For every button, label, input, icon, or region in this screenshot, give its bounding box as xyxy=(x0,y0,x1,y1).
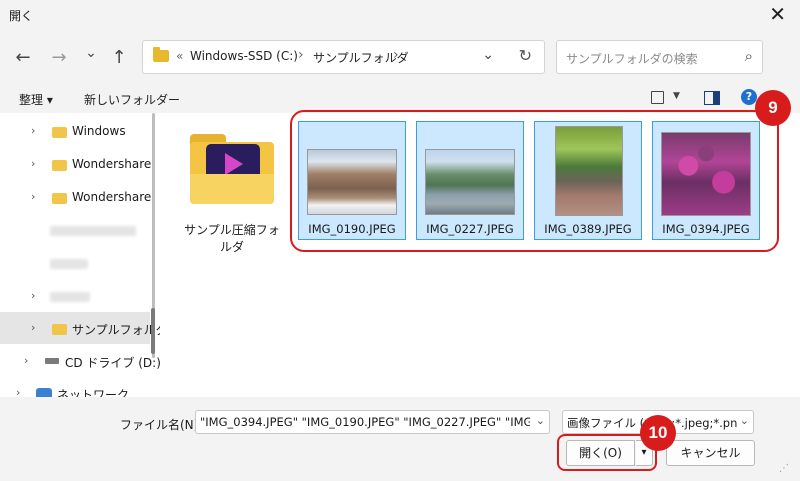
window-title: 開く xyxy=(9,9,34,23)
cancel-button[interactable]: キャンセル xyxy=(666,440,755,466)
navigation-bar: ← → ⌄ ↑ « Windows-SSD (C:) › サンプルフォルダ › … xyxy=(0,30,800,85)
view-dropdown-icon[interactable]: ▼ xyxy=(673,91,680,101)
search-placeholder: サンプルフォルダの検索 xyxy=(566,52,698,66)
sidebar-item-label: Wondershare xyxy=(72,157,152,171)
chevron-right-icon[interactable]: › xyxy=(31,157,35,170)
network-icon xyxy=(36,388,52,397)
folder-icon xyxy=(52,127,67,138)
command-bar: 整理 ▾ 新しいフォルダー ▼ ? xyxy=(0,85,800,113)
chevron-right-icon[interactable]: › xyxy=(31,289,35,302)
selection-highlight-frame xyxy=(290,110,779,252)
redacted-label xyxy=(50,226,136,236)
forward-arrow-icon[interactable]: → xyxy=(46,44,72,70)
sidebar-item-redacted-1[interactable] xyxy=(0,214,150,246)
sidebar-item-redacted-2[interactable] xyxy=(0,247,150,279)
chevron-right-icon[interactable]: › xyxy=(31,124,35,137)
step-marker-10: 10 xyxy=(640,415,676,451)
filename-label: ファイル名(N): xyxy=(120,418,203,432)
sidebar-item-wondershare[interactable]: › Wondershare xyxy=(0,148,152,180)
breadcrumb-chevron-icon[interactable]: › xyxy=(393,47,399,63)
sidebar-item-wondershare-2[interactable]: › Wondershare xyxy=(0,181,152,213)
sidebar-scrollbar-thumb[interactable] xyxy=(151,308,155,354)
chevron-right-icon[interactable]: › xyxy=(24,354,28,367)
breadcrumb-chevron-icon[interactable]: › xyxy=(298,47,304,63)
folder-icon xyxy=(52,160,67,171)
navigation-pane: › Windows › Wondershare › Wondershare › … xyxy=(0,113,160,397)
sidebar-item-network[interactable]: › ネットワーク xyxy=(0,377,150,397)
compressed-folder-icon[interactable] xyxy=(188,134,276,206)
folder-name-label[interactable]: サンプル圧縮フォルダ xyxy=(182,222,282,256)
sidebar-item-cd-drive[interactable]: › CD ドライブ (D:) xyxy=(0,345,160,377)
sidebar-item-sample-folder[interactable]: › サンプルフォルダ xyxy=(0,312,160,344)
folder-icon xyxy=(153,47,169,62)
sidebar-item-label: Wondershare xyxy=(72,190,152,204)
sidebar-item-windows[interactable]: › Windows xyxy=(0,115,150,147)
search-box[interactable]: サンプルフォルダの検索 ⌕ xyxy=(556,40,763,74)
play-icon xyxy=(225,153,243,175)
sidebar-item-label: サンプルフォルダ xyxy=(72,323,160,337)
recent-locations-chevron-icon[interactable]: ⌄ xyxy=(78,40,104,66)
chevron-right-icon[interactable]: › xyxy=(16,386,20,397)
redacted-label xyxy=(50,259,88,269)
folder-icon xyxy=(52,324,67,335)
address-bar[interactable]: « Windows-SSD (C:) › サンプルフォルダ › ⌄ ↻ xyxy=(142,40,545,74)
filename-value[interactable]: "IMG_0394.JPEG" "IMG_0190.JPEG" "IMG_022… xyxy=(200,415,530,429)
chevron-down-icon[interactable]: ⌄ xyxy=(536,414,545,427)
close-icon[interactable]: ✕ xyxy=(769,2,786,26)
folder-icon xyxy=(52,193,67,204)
chevron-right-icon[interactable]: › xyxy=(31,190,35,203)
organize-menu[interactable]: 整理 ▾ xyxy=(19,91,53,108)
folder-front xyxy=(190,174,274,204)
filename-field[interactable]: "IMG_0394.JPEG" "IMG_0190.JPEG" "IMG_022… xyxy=(195,410,550,434)
breadcrumb-drive[interactable]: Windows-SSD (C:) xyxy=(190,49,298,63)
title-bar: 開く ✕ xyxy=(0,0,800,30)
sidebar-item-redacted-3[interactable]: › xyxy=(0,280,150,312)
chevron-down-icon[interactable]: ⌄ xyxy=(740,414,749,427)
sidebar-item-label: Windows xyxy=(72,124,126,138)
cd-drive-icon xyxy=(45,358,59,364)
view-mode-icon[interactable] xyxy=(651,91,664,104)
step-marker-9: 9 xyxy=(755,90,791,126)
resize-grip-icon[interactable]: ⋰ xyxy=(779,463,789,474)
redacted-label xyxy=(50,292,90,302)
refresh-icon[interactable]: ↻ xyxy=(519,46,532,65)
address-dropdown-icon[interactable]: ⌄ xyxy=(482,47,494,63)
new-folder-button[interactable]: 新しいフォルダー xyxy=(84,91,180,108)
preview-pane-icon[interactable] xyxy=(704,91,720,105)
up-arrow-icon[interactable]: ↑ xyxy=(106,44,132,70)
sidebar-item-label: CD ドライブ (D:) xyxy=(65,356,160,370)
search-icon[interactable]: ⌕ xyxy=(745,47,753,65)
footer-bar: ファイル名(N): "IMG_0394.JPEG" "IMG_0190.JPEG… xyxy=(0,397,800,481)
sidebar-item-label: ネットワーク xyxy=(57,388,130,397)
chevron-right-icon[interactable]: › xyxy=(31,321,35,334)
breadcrumb-overflow[interactable]: « xyxy=(176,49,183,63)
back-arrow-icon[interactable]: ← xyxy=(10,44,36,70)
